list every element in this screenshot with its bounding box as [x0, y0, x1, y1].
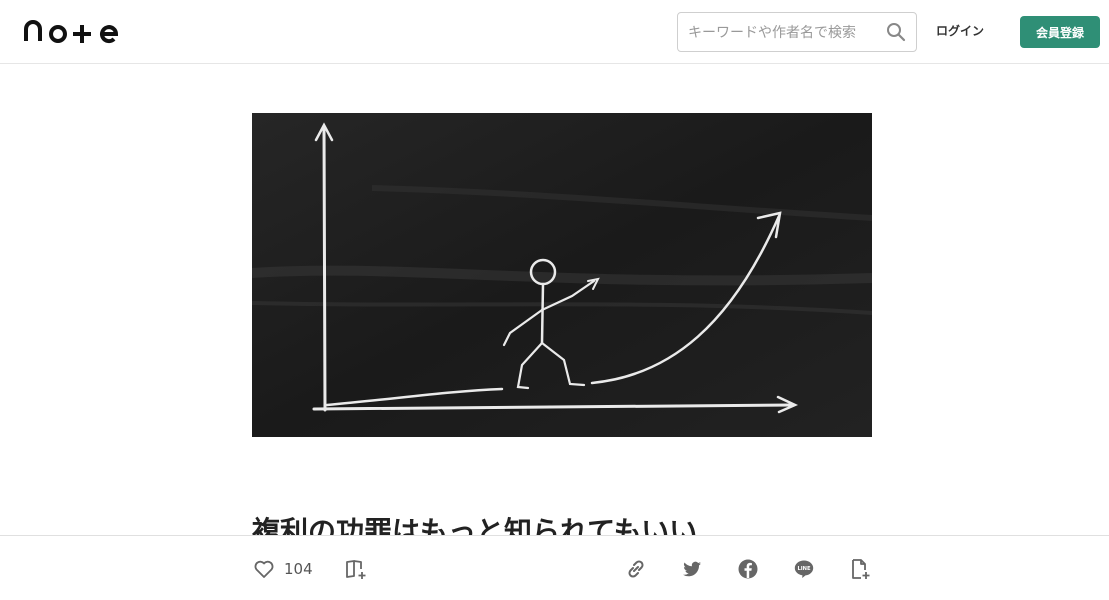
- twitter-icon[interactable]: [680, 557, 704, 581]
- embed-icon[interactable]: [848, 557, 872, 581]
- site-header: ログイン 会員登録: [0, 0, 1109, 64]
- facebook-icon[interactable]: [736, 557, 760, 581]
- chalkboard-illustration: [252, 113, 872, 437]
- search-input[interactable]: [686, 13, 880, 53]
- signup-button[interactable]: 会員登録: [1020, 16, 1100, 48]
- add-to-magazine-icon[interactable]: [344, 557, 368, 581]
- login-link[interactable]: ログイン: [936, 22, 984, 39]
- svg-text:LINE: LINE: [797, 566, 811, 572]
- search-box[interactable]: [677, 12, 917, 53]
- note-logo[interactable]: [24, 17, 124, 47]
- article-action-bar: 104 LINE: [0, 535, 1109, 600]
- search-icon[interactable]: [886, 22, 906, 42]
- article-hero-image: [252, 113, 872, 437]
- line-icon[interactable]: LINE: [792, 557, 816, 581]
- heart-icon[interactable]: [252, 557, 276, 581]
- like-count: 104: [284, 560, 313, 578]
- link-icon[interactable]: [624, 557, 648, 581]
